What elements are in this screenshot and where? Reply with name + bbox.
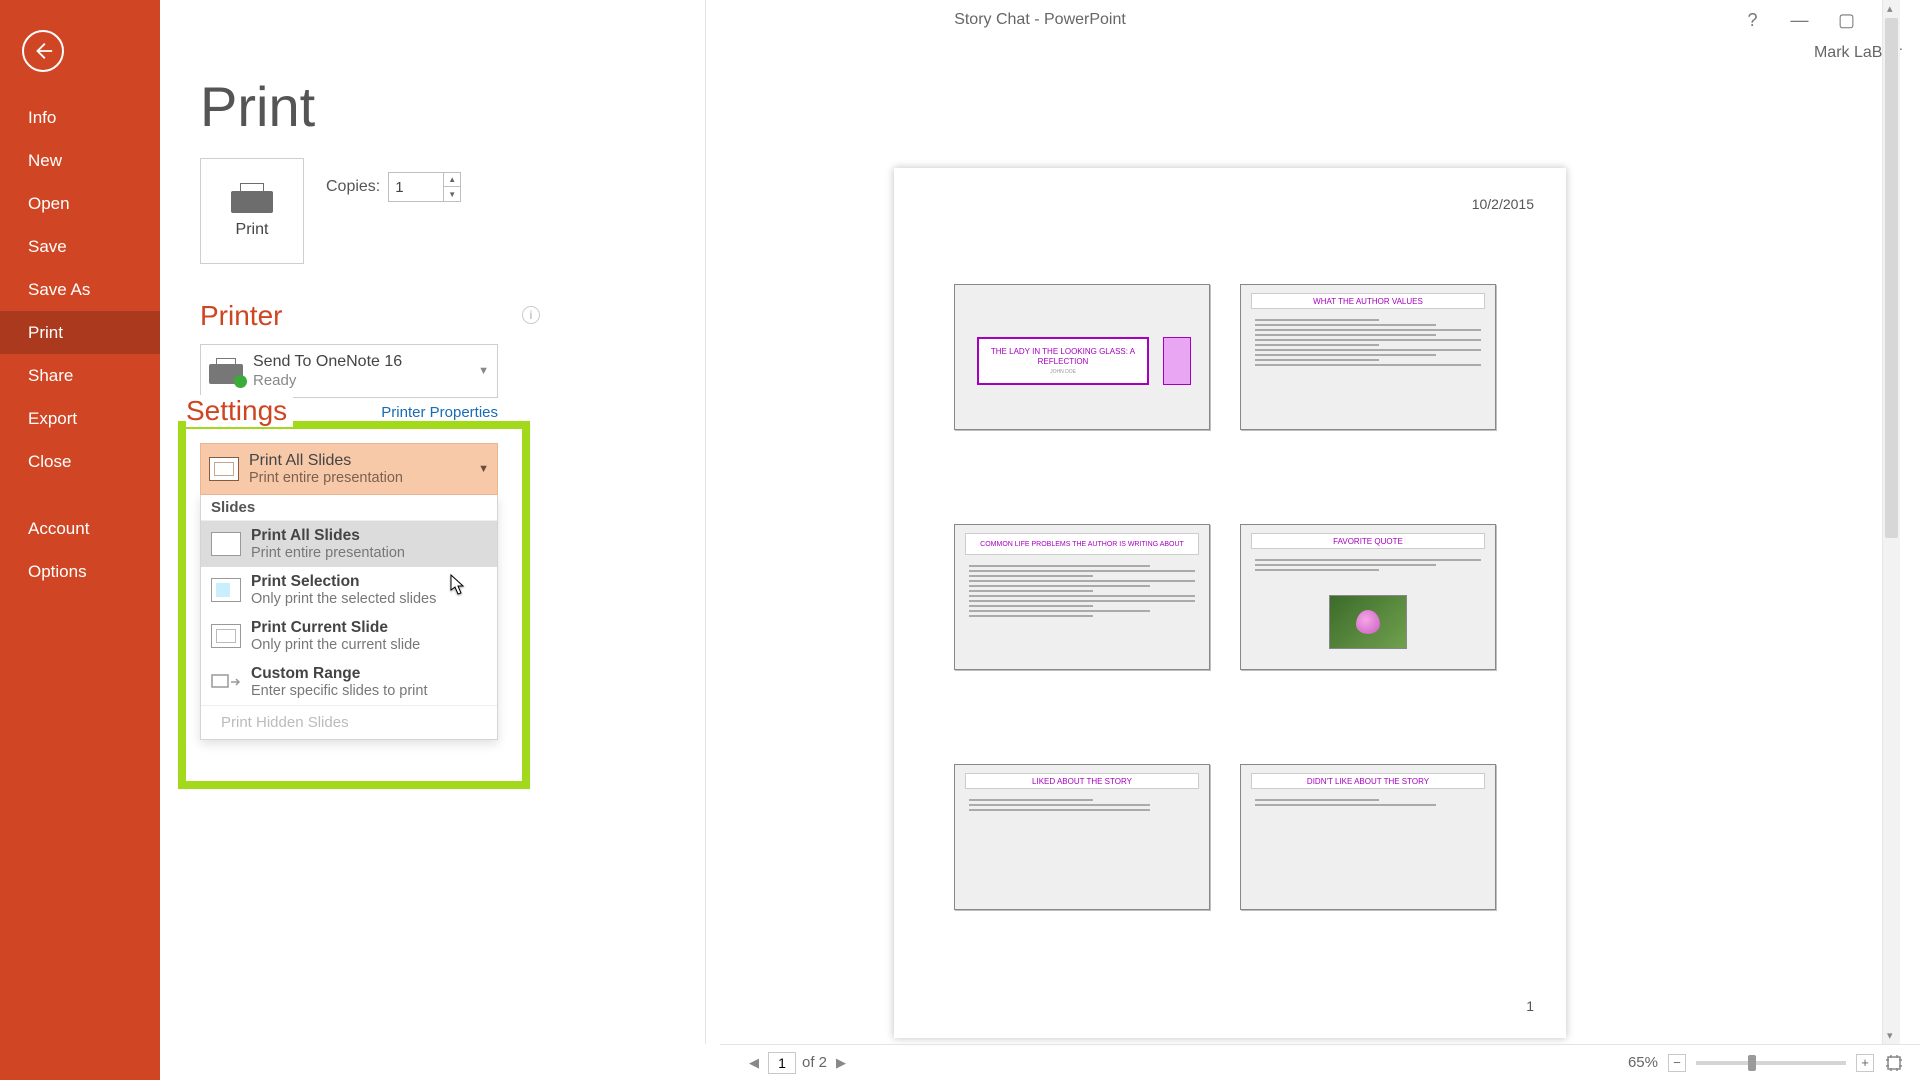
print-button-label: Print	[236, 221, 269, 239]
copies-input[interactable]	[389, 173, 443, 201]
copies-label: Copies:	[326, 178, 380, 196]
copies-stepper[interactable]: ▲ ▼	[388, 172, 461, 202]
nav-save-as[interactable]: Save As	[0, 268, 160, 311]
slides-icon	[209, 457, 239, 481]
printer-section-title: Printer i	[200, 300, 580, 332]
opt-custom-range[interactable]: Custom Range Enter specific slides to pr…	[201, 659, 497, 705]
chevron-down-icon: ▼	[478, 463, 489, 475]
preview-slide-3: COMMON LIFE PROBLEMS THE AUTHOR IS WRITI…	[954, 524, 1210, 670]
print-button[interactable]: Print	[200, 158, 304, 264]
page-nav: ◀ of 2 ▶	[746, 1052, 849, 1074]
settings-section-title: Settings	[186, 395, 293, 427]
zoom-controls: 65% − +	[1628, 1053, 1904, 1073]
copies-up[interactable]: ▲	[444, 173, 460, 187]
back-button[interactable]	[22, 30, 64, 72]
printer-select[interactable]: Send To OneNote 16 Ready ▼	[200, 344, 498, 398]
nav-options[interactable]: Options	[0, 550, 160, 593]
zoom-in-button[interactable]: +	[1856, 1054, 1874, 1072]
print-left-column: Print Copies: ▲ ▼ Printer i Send To	[200, 158, 580, 740]
preview-date: 10/2/2015	[1472, 196, 1534, 212]
nav-print[interactable]: Print	[0, 311, 160, 354]
nav-info[interactable]: Info	[0, 96, 160, 139]
opt-print-hidden-disabled: Print Hidden Slides	[201, 705, 497, 739]
what-desc: Print entire presentation	[249, 470, 403, 487]
what-label: Print All Slides	[249, 451, 403, 470]
print-selection-icon	[211, 578, 241, 602]
opt-print-selection[interactable]: Print Selection Only print the selected …	[201, 567, 497, 613]
nav-open[interactable]: Open	[0, 182, 160, 225]
page-current-input[interactable]	[768, 1052, 796, 1074]
zoom-out-button[interactable]: −	[1668, 1054, 1686, 1072]
preview-slide-5: LIKED ABOUT THE STORY	[954, 764, 1210, 910]
preview-slide-1: THE LADY IN THE LOOKING GLASS: A REFLECT…	[954, 284, 1210, 430]
printer-device-icon	[209, 358, 243, 384]
nav-export[interactable]: Export	[0, 397, 160, 440]
settings-section: Settings Print All Slides Print entire p…	[200, 433, 580, 740]
preview-slide-4: FAVORITE QUOTE	[1240, 524, 1496, 670]
chevron-down-icon: ▼	[478, 365, 489, 377]
opt-print-all-slides[interactable]: Print All Slides Print entire presentati…	[201, 521, 497, 567]
printer-icon	[231, 183, 273, 213]
preview-slide-image	[1329, 595, 1407, 649]
preview-scrollbar[interactable]	[1882, 0, 1900, 1044]
preview-page-number: 1	[1526, 998, 1534, 1014]
prev-page-button[interactable]: ◀	[746, 1055, 762, 1071]
what-to-print-select[interactable]: Print All Slides Print entire presentati…	[200, 443, 498, 495]
page-title: Print	[200, 74, 315, 139]
preview-page: 10/2/2015 1 THE LADY IN THE LOOKING GLAS…	[894, 168, 1566, 1038]
nav-share[interactable]: Share	[0, 354, 160, 397]
preview-footer: ◀ of 2 ▶ 65% − +	[720, 1044, 1920, 1080]
printer-name: Send To OneNote 16	[253, 352, 402, 371]
zoom-slider[interactable]	[1696, 1061, 1846, 1065]
nav-account[interactable]: Account	[0, 507, 160, 550]
page-total: of 2	[802, 1054, 827, 1071]
zoom-fit-button[interactable]	[1884, 1053, 1904, 1073]
print-current-icon	[211, 624, 241, 648]
preview-slide-6: DIDN'T LIKE ABOUT THE STORY	[1240, 764, 1496, 910]
nav-save[interactable]: Save	[0, 225, 160, 268]
nav-new[interactable]: New	[0, 139, 160, 182]
custom-range-icon	[211, 670, 241, 694]
zoom-label: 65%	[1628, 1054, 1658, 1071]
nav-close[interactable]: Close	[0, 440, 160, 483]
printer-info-icon[interactable]: i	[522, 306, 540, 324]
copies-down[interactable]: ▼	[444, 187, 460, 201]
preview-slide-2: WHAT THE AUTHOR VALUES	[1240, 284, 1496, 430]
printer-status: Ready	[253, 372, 402, 390]
print-preview-pane: 10/2/2015 1 THE LADY IN THE LOOKING GLAS…	[705, 0, 1900, 1044]
opt-print-current-slide[interactable]: Print Current Slide Only print the curre…	[201, 613, 497, 659]
main-area: Print Print Copies: ▲ ▼ Printer i	[160, 0, 1920, 1080]
dropdown-group: Slides	[201, 495, 497, 521]
what-to-print-dropdown: Slides Print All Slides Print entire pre…	[200, 495, 498, 740]
print-all-icon	[211, 532, 241, 556]
backstage-nav: Info New Open Save Save As Print Share E…	[0, 0, 160, 1080]
copies-row: Copies: ▲ ▼	[326, 172, 461, 202]
next-page-button[interactable]: ▶	[833, 1055, 849, 1071]
